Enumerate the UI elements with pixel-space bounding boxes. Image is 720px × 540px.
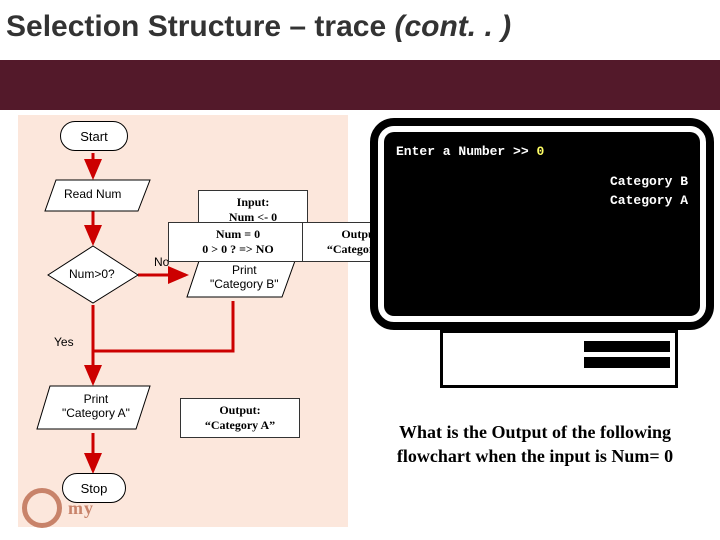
decorative-box [440, 330, 678, 388]
flow-yes: Yes [54, 335, 74, 349]
console-prompt-value: 0 [536, 144, 544, 159]
console-prompt: Enter a Number >> 0 [396, 142, 688, 162]
question-text: What is the Output of the following flow… [360, 420, 710, 469]
decorative-bar [584, 357, 670, 368]
annot-outA-l1: Output: [189, 403, 291, 418]
annot-input-l1: Input: [207, 195, 299, 210]
flow-arrows [18, 115, 348, 527]
decorative-bar [584, 341, 670, 352]
slide-title: Selection Structure – trace (cont. . ) [6, 10, 511, 44]
title-prefix: Selection Structure – trace [6, 10, 394, 43]
console: Enter a Number >> 0 Category B Category … [384, 132, 700, 316]
flow-decision: Num>0? [69, 267, 115, 281]
flow-printB: Print "Category B" [210, 263, 279, 291]
annot-cond: Num = 0 0 > 0 ? => NO [168, 222, 308, 262]
watermark: my [22, 490, 94, 530]
console-prompt-text: Enter a Number >> [396, 144, 536, 159]
console-out1: Category B [396, 172, 688, 192]
annot-outA-l2: “Category A” [189, 418, 291, 433]
annot-cond-l1: Num = 0 [177, 227, 299, 242]
annot-cond-l2: 0 > 0 ? => NO [177, 242, 299, 257]
flow-start: Start [60, 121, 128, 151]
title-bar [0, 60, 720, 110]
flow-printA: Print "Category A" [62, 392, 130, 420]
title-ital: (cont. . ) [394, 10, 511, 43]
console-out2: Category A [396, 191, 688, 211]
annot-outA: Output: “Category A” [180, 398, 300, 438]
watermark-ring-icon [22, 488, 62, 528]
flow-read: Read Num [64, 187, 121, 201]
watermark-text: my [68, 498, 94, 518]
flowchart: Start Read Num Num>0? Yes No Print "Cate… [18, 115, 348, 527]
console-frame: Enter a Number >> 0 Category B Category … [370, 118, 714, 330]
